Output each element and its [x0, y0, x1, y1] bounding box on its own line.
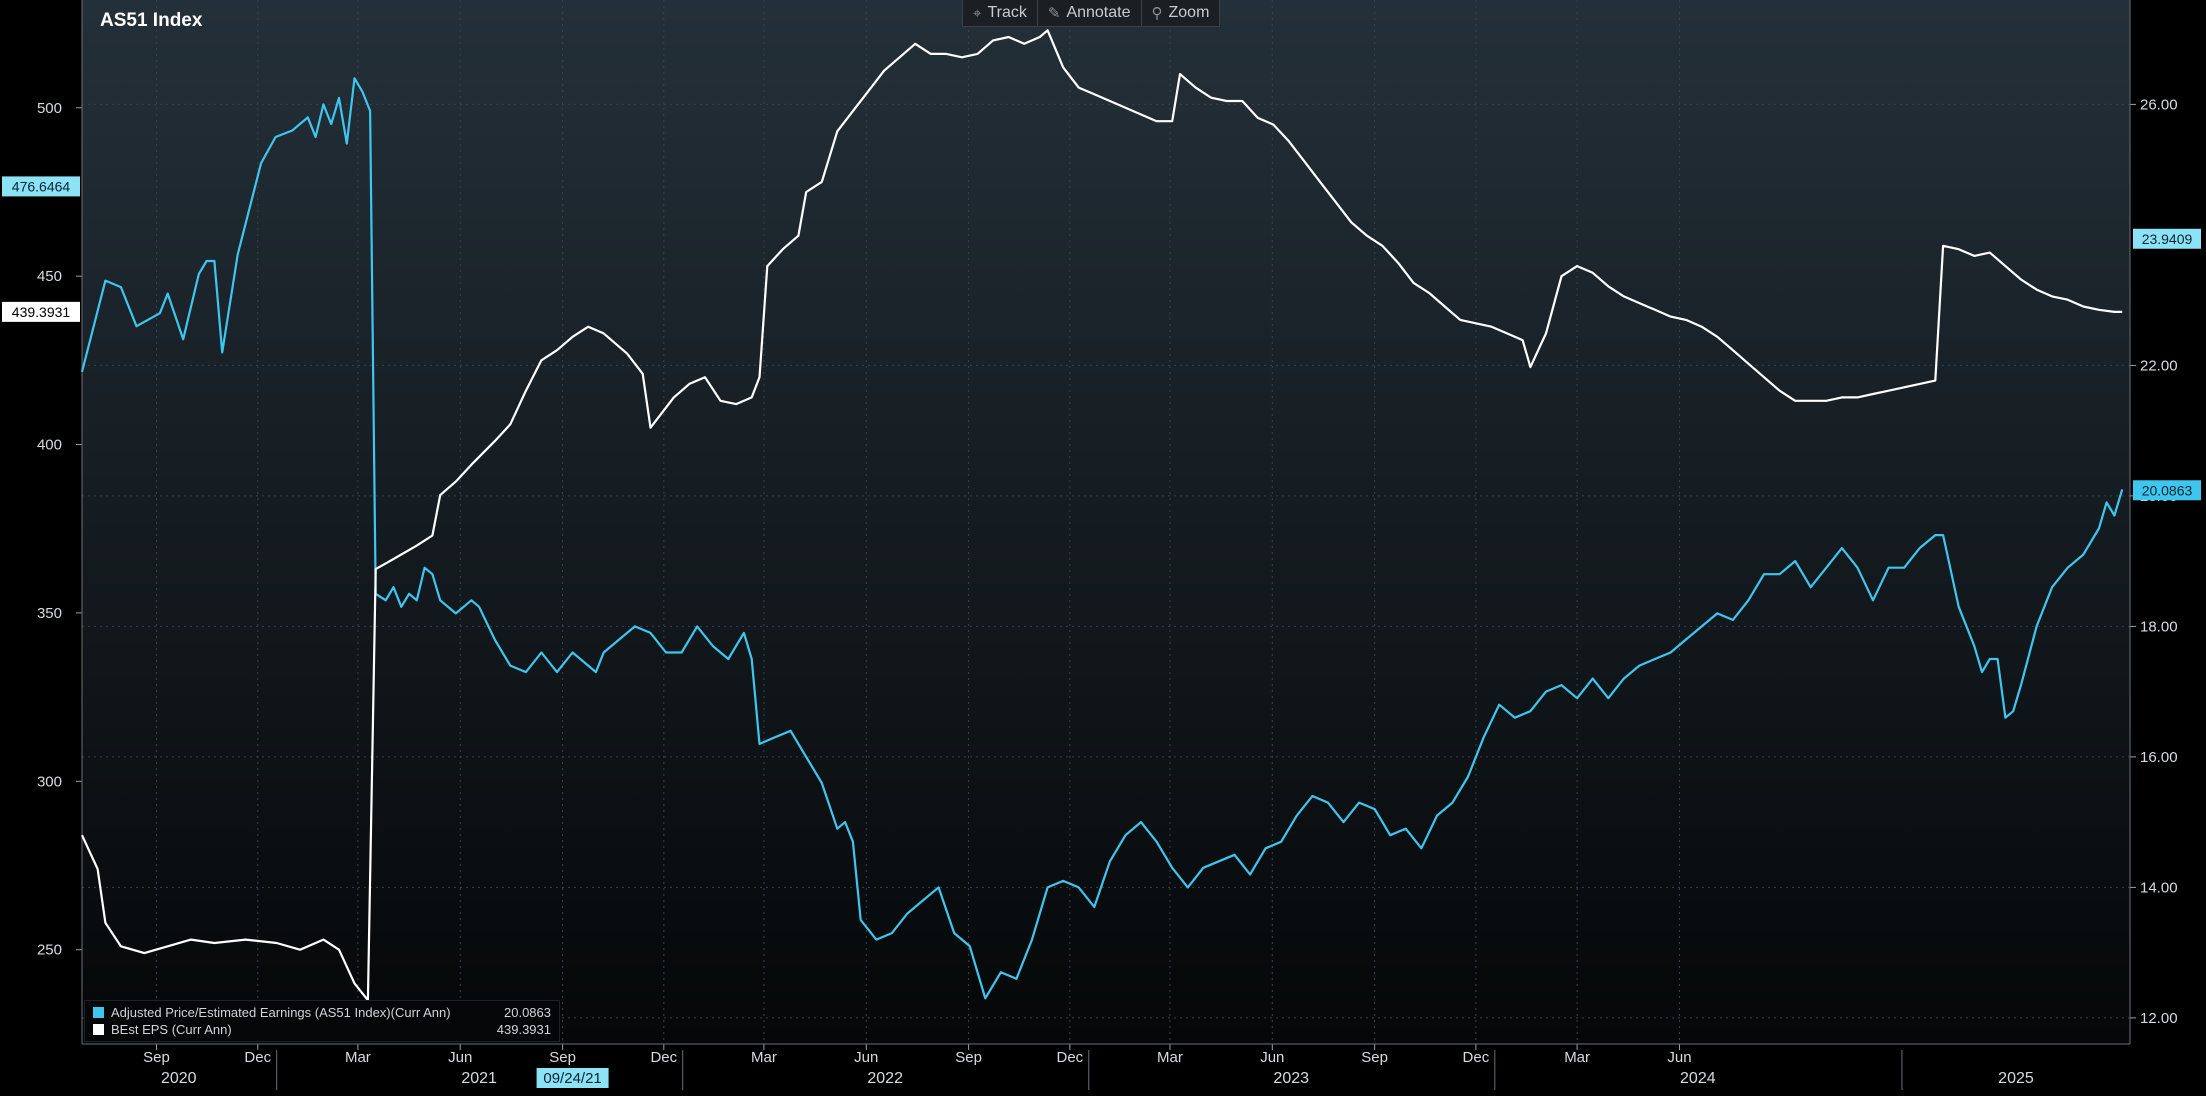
x-tick-label: Sep: [1361, 1049, 1388, 1066]
x-tick-label: Sep: [143, 1049, 170, 1066]
x-tick-label: Jun: [1667, 1049, 1691, 1066]
left-value-tag: 476.6464: [12, 178, 71, 194]
left-tick-label: 400: [37, 437, 62, 454]
x-tick-label: Sep: [549, 1049, 576, 1066]
right-tick-label: 22.00: [2140, 357, 2178, 374]
right-tick-label: 26.00: [2140, 96, 2178, 113]
left-tick-label: 500: [37, 100, 62, 117]
year-label: 2024: [1680, 1070, 1716, 1087]
x-tick-label: Mar: [345, 1049, 371, 1066]
legend-value-eps: 439.3931: [496, 1022, 551, 1037]
x-tick-label: Dec: [650, 1049, 677, 1066]
left-tick-label: 350: [37, 605, 62, 622]
right-axis: 12.0014.0016.0018.0020.0022.0026.00: [2129, 0, 2178, 1044]
x-tick-label: Jun: [854, 1049, 878, 1066]
year-label: 2025: [1998, 1070, 2034, 1087]
year-label: 2023: [1273, 1070, 1309, 1087]
year-label: 2021: [461, 1070, 497, 1087]
right-tick-label: 12.00: [2140, 1010, 2178, 1027]
left-tick-label: 250: [37, 942, 62, 959]
x-tick-label: Dec: [244, 1049, 271, 1066]
zoom-button[interactable]: ⚲ Zoom: [1142, 0, 1220, 26]
legend-label-pe: Adjusted Price/Estimated Earnings (AS51 …: [111, 1005, 451, 1020]
legend-swatch-eps: [93, 1024, 104, 1035]
legend-value-pe: 20.0863: [504, 1005, 551, 1020]
x-tick-label: Jun: [1260, 1049, 1284, 1066]
x-tick-label: Dec: [1463, 1049, 1490, 1066]
track-label: Track: [987, 4, 1027, 21]
x-tick-label: Dec: [1057, 1049, 1084, 1066]
left-value-tag: 439.3931: [12, 304, 71, 320]
track-button[interactable]: ⌖ Track: [963, 0, 1038, 26]
legend: Adjusted Price/Estimated Earnings (AS51 …: [84, 1000, 560, 1042]
right-value-tag: 20.0863: [2142, 482, 2193, 498]
zoom-label: Zoom: [1168, 4, 1210, 21]
chart-toolbar: ⌖ Track ✎ Annotate ⚲ Zoom: [962, 0, 1221, 27]
left-tick-label: 300: [37, 773, 62, 790]
x-tick-label: Mar: [1157, 1049, 1183, 1066]
crosshair-icon: ⌖: [973, 4, 982, 22]
legend-item-pe[interactable]: Adjusted Price/Estimated Earnings (AS51 …: [93, 1004, 551, 1021]
x-tick-label: Mar: [1564, 1049, 1590, 1066]
x-tick-label: Jun: [448, 1049, 472, 1066]
left-axis: 250 300 350 400 450 500: [37, 0, 83, 1044]
chart: Sep Dec Mar Jun Sep Dec Mar Jun Sep Dec Mar Jun Sep D…: [2, 0, 2201, 1090]
x-tick-label: Mar: [751, 1049, 777, 1066]
magnifier-icon: ⚲: [1151, 5, 1163, 22]
right-tick-label: 18.00: [2140, 618, 2178, 635]
chart-title: AS51 Index: [100, 10, 203, 31]
pencil-icon: ✎: [1047, 5, 1061, 22]
right-tick-label: 14.00: [2140, 879, 2178, 896]
left-tick-label: 450: [37, 268, 62, 285]
legend-label-eps: BEst EPS (Curr Ann): [111, 1022, 232, 1037]
x-axis: Sep Dec Mar Jun Sep Dec Mar Jun Sep Dec Mar Jun Sep D…: [82, 1043, 2130, 1090]
year-label: 2020: [161, 1070, 197, 1087]
year-label: 2022: [867, 1070, 903, 1087]
cursor-date-label: 09/24/21: [543, 1070, 601, 1087]
annotate-label: Annotate: [1066, 4, 1131, 21]
legend-swatch-pe: [93, 1007, 104, 1018]
right-value-tag: 23.9409: [2142, 231, 2193, 247]
legend-item-eps[interactable]: BEst EPS (Curr Ann) 439.3931: [93, 1021, 551, 1038]
right-tick-label: 16.00: [2140, 749, 2178, 766]
annotate-button[interactable]: ✎ Annotate: [1038, 0, 1142, 26]
x-tick-label: Sep: [955, 1049, 982, 1066]
